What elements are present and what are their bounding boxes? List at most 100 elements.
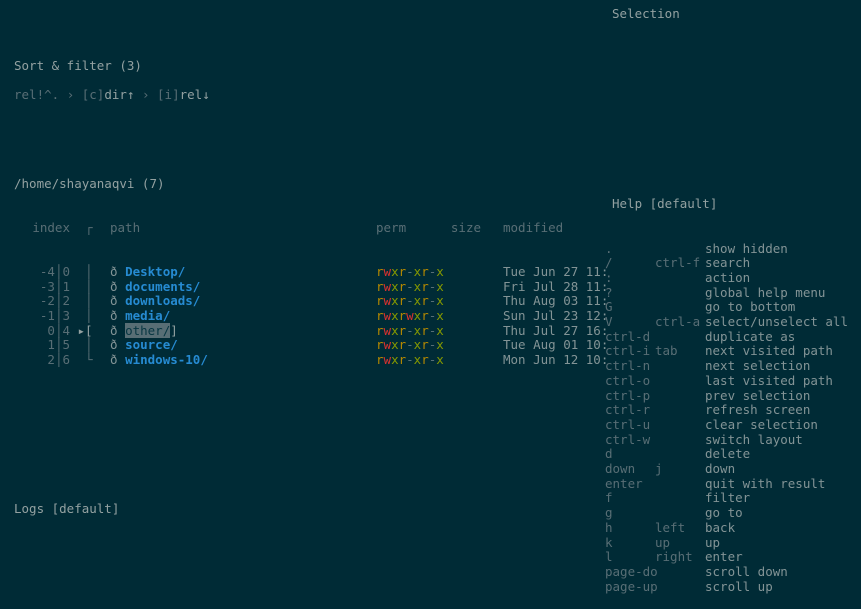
help-key-primary: ctrl-o (605, 374, 655, 389)
help-description: go to bottom (705, 299, 795, 314)
help-row: g go to (605, 506, 855, 521)
arrow-up-icon (127, 87, 135, 102)
row-index: -1│3 (14, 309, 70, 324)
tree-branch: │ (70, 280, 110, 295)
row-path: ð media/ (110, 309, 376, 324)
help-row: ctrl-olast visited path (605, 374, 855, 389)
help-description: switch layout (705, 432, 803, 447)
help-key-primary: ctrl-i (605, 344, 655, 359)
help-row: kupup (605, 536, 855, 551)
help-description: scroll up (705, 579, 773, 594)
tree-branch: │ (70, 338, 110, 353)
help-description: delete (705, 446, 750, 461)
row-modified: Mon Jun 12 10: (503, 353, 608, 368)
folder-icon: ð (110, 352, 125, 367)
row-modified: Tue Jun 27 11: (503, 265, 608, 280)
help-description: duplicate as (705, 329, 795, 344)
help-key-secondary: right (655, 550, 705, 565)
row-path: ð documents/ (110, 280, 376, 295)
row-perm: rwxr-xr-x (376, 324, 439, 339)
help-key-primary: l (605, 550, 655, 565)
help-key-secondary: j (655, 462, 705, 477)
help-row: . show hidden (605, 242, 855, 257)
help-row: ddelete (605, 447, 855, 462)
help-description: clear selection (705, 417, 818, 432)
help-description: next visited path (705, 343, 833, 358)
help-key-primary: down (605, 462, 655, 477)
help-key-primary: page-up (605, 580, 655, 595)
help-row: enter quit with result (605, 477, 855, 492)
help-key-secondary: tab (655, 344, 705, 359)
folder-icon: ð (110, 337, 125, 352)
help-key-primary: enter (605, 477, 655, 492)
help-description: global help menu (705, 285, 825, 300)
row-modified: Tue Aug 01 10: (503, 338, 608, 353)
sort-filter-title: Sort & filter (3) (0, 59, 861, 74)
row-index: 1│5 (14, 338, 70, 353)
help-row: /ctrl-fsearch (605, 256, 855, 271)
tree-branch: └ (70, 353, 110, 368)
help-key-primary: f (605, 491, 655, 506)
folder-icon: ð (110, 279, 125, 294)
row-index: -2│2 (14, 294, 70, 309)
row-perm: rwxr-xr-x (376, 338, 439, 353)
help-description: scroll down (705, 564, 788, 579)
row-modified: Thu Aug 03 11: (503, 294, 608, 309)
help-key-secondary: ctrl-f (655, 256, 705, 271)
help-row: ctrl-uclear selection (605, 418, 855, 433)
help-key-primary: ? (605, 286, 655, 301)
help-row: ctrl-itabnext visited path (605, 344, 855, 359)
help-key-primary: / (605, 256, 655, 271)
help-panel: Help [default] .show hidden/ctrl-fsearch… (605, 168, 855, 609)
help-row: ctrl-w switch layout (605, 433, 855, 448)
help-description: next selection (705, 358, 810, 373)
help-description: quit with result (705, 476, 825, 491)
help-description: go to (705, 505, 743, 520)
row-perm: rwxrwxr-x (376, 309, 439, 324)
row-path: ð Desktop/ (110, 265, 376, 280)
help-key-primary: page-do (605, 565, 655, 580)
row-modified: Thu Jul 27 16: (503, 324, 608, 339)
help-key-primary: ctrl-n (605, 359, 655, 374)
folder-icon: ð (110, 264, 125, 279)
help-key-primary: V (605, 315, 655, 330)
help-description: back (705, 520, 735, 535)
help-row: ctrl-n next selection (605, 359, 855, 374)
row-perm: rwxr-xr-x (376, 265, 439, 280)
row-index: -4│0 (14, 265, 70, 280)
help-key-primary: ctrl-r (605, 403, 655, 418)
help-description: up (705, 535, 720, 550)
help-row: ? global help menu (605, 286, 855, 301)
row-path: ð source/ (110, 338, 376, 353)
tree-branch: │ (70, 265, 110, 280)
help-description: refresh screen (705, 402, 810, 417)
tree-branch: │ (70, 309, 110, 324)
help-key-primary: g (605, 506, 655, 521)
help-description: enter (705, 549, 743, 564)
help-key-secondary: ctrl-a (655, 315, 705, 330)
help-key-primary: ctrl-p (605, 389, 655, 404)
help-description: show hidden (705, 241, 788, 256)
selection-heading: Selection (612, 7, 680, 22)
help-description: filter (705, 490, 750, 505)
row-perm: rwxr-xr-x (376, 294, 439, 309)
help-row: :action (605, 271, 855, 286)
help-key-secondary: up (655, 536, 705, 551)
help-description: search (705, 255, 750, 270)
help-row: downjdown (605, 462, 855, 477)
folder-icon: ð (110, 308, 125, 323)
help-key-primary: h (605, 521, 655, 536)
help-row: Vctrl-aselect/unselect all (605, 315, 855, 330)
help-row: f filter (605, 491, 855, 506)
help-key-primary: ctrl-w (605, 433, 655, 448)
help-row: Ggo to bottom (605, 300, 855, 315)
help-row: page-do scroll down (605, 565, 855, 580)
row-path: ð other/] (110, 324, 376, 339)
help-key-primary: : (605, 271, 655, 286)
row-index: 2│6 (14, 353, 70, 368)
row-path: ð windows-10/ (110, 353, 376, 368)
tree-branch: ▸[ (70, 324, 110, 339)
help-title: Help [default] (605, 197, 855, 212)
row-perm: rwxr-xr-x (376, 280, 439, 295)
help-key-primary: . (605, 242, 655, 257)
